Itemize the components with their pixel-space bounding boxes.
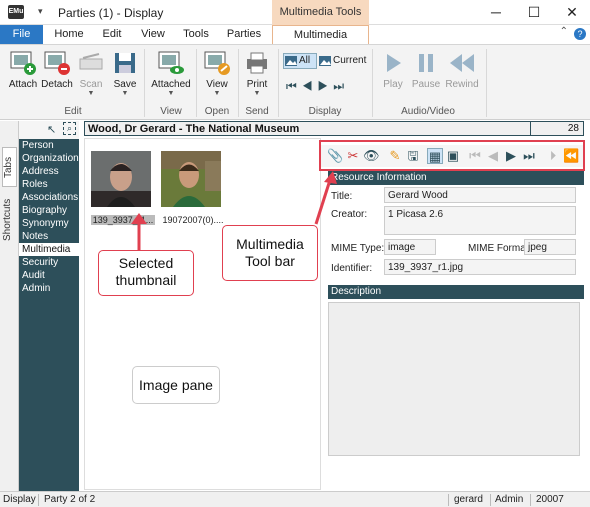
status-mode: Display [3,494,36,505]
arrow-to-toolbar [314,179,332,225]
status-position: Party 2 of 2 [44,494,96,505]
callout-image-pane: Image pane [132,366,220,404]
callout-multimedia-toolbar: Multimedia Tool bar [222,225,318,281]
callout-selected-thumbnail: Selected thumbnail [98,250,194,296]
arrow-head-toolbar [324,171,337,184]
status-bar: Display Party 2 of 2 gerard Admin 20007 [0,491,590,507]
arrow-head-thumbnail [131,213,147,224]
status-separator [448,494,449,506]
status-separator [490,494,491,506]
status-separator [530,494,531,506]
status-group: Admin [495,494,524,505]
status-irn: 20007 [536,494,564,505]
toolbar-highlight-box [319,140,585,171]
status-user: gerard [454,494,483,505]
status-separator [38,494,39,506]
